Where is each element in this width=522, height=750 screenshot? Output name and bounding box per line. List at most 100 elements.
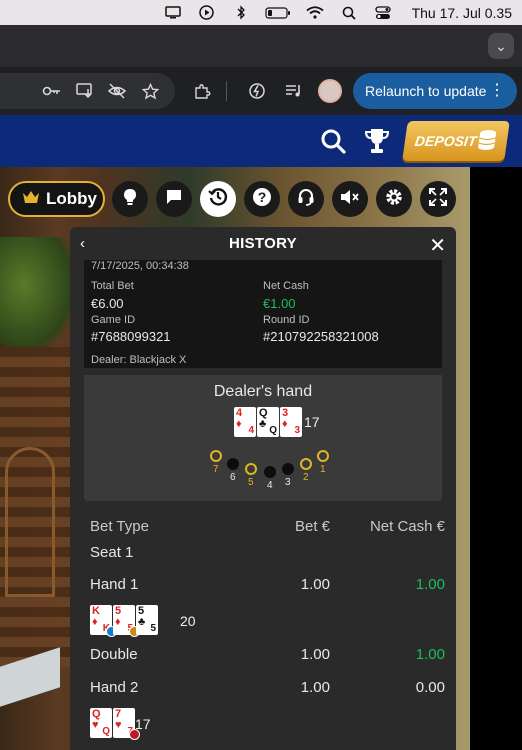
seat-marker <box>227 458 239 470</box>
playing-card: Q ♣ Q <box>257 407 279 437</box>
deposit-button[interactable]: DEPOSIT <box>402 121 510 161</box>
seat-marker <box>210 450 222 462</box>
battery-icon[interactable] <box>258 0 298 25</box>
browser-toolbar: Relaunch to update ⋮ <box>0 67 522 115</box>
row-net: 1.00 <box>415 576 445 593</box>
back-chevron-icon[interactable]: ‹ <box>80 235 85 252</box>
game-id-label: Game ID <box>91 314 136 326</box>
control-center-icon[interactable] <box>366 0 400 25</box>
play-icon[interactable] <box>190 0 224 25</box>
media-queue-icon[interactable] <box>282 79 306 103</box>
profile-avatar[interactable] <box>318 79 342 103</box>
history-panel: ‹ HISTORY ✕ 7/17/2025, 00:34:38 Total Be… <box>70 227 456 750</box>
total-bet-value: €6.00 <box>91 296 124 311</box>
lightbulb-icon <box>123 188 137 211</box>
dealer-cards: 4 ♦ 4 Q ♣ Q 3 ♦ 3 <box>234 407 303 437</box>
trophy-icon[interactable] <box>364 127 390 155</box>
seat-label: Seat 1 <box>90 544 445 561</box>
seat-number: 1 <box>320 464 326 475</box>
seat-marker <box>264 466 276 478</box>
chevron-down-icon: ⌄ <box>495 37 507 54</box>
tips-button[interactable] <box>112 181 148 217</box>
seat-marker <box>317 450 329 462</box>
row-net: 1.00 <box>415 646 445 663</box>
card-rank-bottom: Q <box>269 425 277 436</box>
table-row: Hand 2 1.00 0.00 <box>90 679 445 696</box>
chat-button[interactable] <box>156 181 192 217</box>
toolbar-separator <box>226 81 227 101</box>
speaker-muted-icon <box>340 189 360 210</box>
right-dark-area <box>470 167 522 750</box>
seat-label-text: Seat 1 <box>90 544 134 561</box>
round-info: 7/17/2025, 00:34:38 Total Bet €6.00 Net … <box>84 260 442 368</box>
net-cash-label: Net Cash <box>263 280 309 292</box>
extensions-puzzle-icon[interactable] <box>190 79 214 103</box>
playing-card: 4 ♦ 4 <box>234 407 256 437</box>
hand2-total: 17 <box>135 716 151 732</box>
more-vert-icon[interactable]: ⋮ <box>489 80 505 100</box>
help-button[interactable]: ? <box>244 181 280 217</box>
table-row: Double 1.00 1.00 <box>90 646 445 663</box>
row-bet: 1.00 <box>300 576 330 593</box>
chat-icon <box>166 189 182 210</box>
relaunch-label: Relaunch to update <box>365 83 487 99</box>
eye-off-icon[interactable] <box>105 79 129 103</box>
round-id-value: #210792258321008 <box>263 329 379 344</box>
lobby-label: Lobby <box>46 189 97 208</box>
dealers-hand-panel: Dealer's hand 4 ♦ 4 Q ♣ Q 3 ♦ 3 17 76 5 4 3 21 <box>84 375 442 501</box>
support-button[interactable] <box>288 181 324 217</box>
header-bet-type: Bet Type <box>90 518 149 535</box>
performance-icon[interactable] <box>245 79 269 103</box>
seat-number: 4 <box>267 480 273 491</box>
hand1-cards: K♦K5♦55♣5 <box>90 605 159 637</box>
relaunch-to-update-button[interactable]: Relaunch to update ⋮ <box>353 73 517 109</box>
seat-marker <box>282 463 294 475</box>
svg-text:?: ? <box>258 189 267 205</box>
seat-number: 5 <box>248 477 254 488</box>
game-id-value: #7688099321 <box>91 329 171 344</box>
table-row: Hand 1 1.00 1.00 <box>90 576 445 593</box>
headset-icon <box>297 188 315 211</box>
browser-tabstrip: ⌄ <box>0 25 522 67</box>
mute-button[interactable] <box>332 181 368 217</box>
search-icon[interactable] <box>320 128 346 154</box>
plant-decor <box>0 237 80 357</box>
seat-number: 7 <box>213 464 219 475</box>
hand2-cards: Q♥Q7♥7 <box>90 708 140 740</box>
net-cash-value: €1.00 <box>263 296 296 311</box>
close-icon[interactable]: ✕ <box>429 233 446 258</box>
menubar-clock[interactable]: Thu 17. Jul 0.35 <box>412 5 512 21</box>
settings-button[interactable] <box>376 181 412 217</box>
seat-number: 6 <box>230 472 236 483</box>
spotlight-search-icon[interactable] <box>332 0 366 25</box>
total-bet-label: Total Bet <box>91 280 134 292</box>
dealers-hand-title: Dealer's hand <box>213 383 313 400</box>
star-bookmark-icon[interactable] <box>138 79 162 103</box>
seat-marker <box>300 458 312 470</box>
card-rank-bottom: 3 <box>294 425 300 436</box>
playing-card: 3 ♦ 3 <box>280 407 302 437</box>
round-id-label: Round ID <box>263 314 310 326</box>
seat-number: 2 <box>303 472 309 483</box>
bluetooth-icon[interactable] <box>224 0 258 25</box>
deposit-label: DEPOSIT <box>413 133 478 149</box>
install-app-icon[interactable] <box>73 79 97 103</box>
row-net: 0.00 <box>415 679 445 696</box>
history-icon <box>208 187 228 212</box>
table-header-row: Bet Type Bet € Net Cash € <box>90 518 445 535</box>
row-type: Hand 1 <box>90 576 139 593</box>
crown-icon <box>22 189 40 209</box>
seat-number: 3 <box>285 477 291 488</box>
lobby-button[interactable]: Lobby <box>8 181 105 217</box>
key-icon[interactable] <box>40 79 64 103</box>
history-title: HISTORY <box>229 235 297 252</box>
header-net-cash: Net Cash € <box>369 518 445 535</box>
dealer-name: Dealer: Blackjack X <box>91 354 187 366</box>
history-header: ‹ HISTORY ✕ <box>70 227 456 260</box>
tab-search-button[interactable]: ⌄ <box>488 33 514 59</box>
fullscreen-button[interactable] <box>420 181 456 217</box>
display-icon[interactable] <box>156 0 190 25</box>
wifi-icon[interactable] <box>298 0 332 25</box>
history-button[interactable] <box>200 181 236 217</box>
row-bet: 1.00 <box>300 679 330 696</box>
